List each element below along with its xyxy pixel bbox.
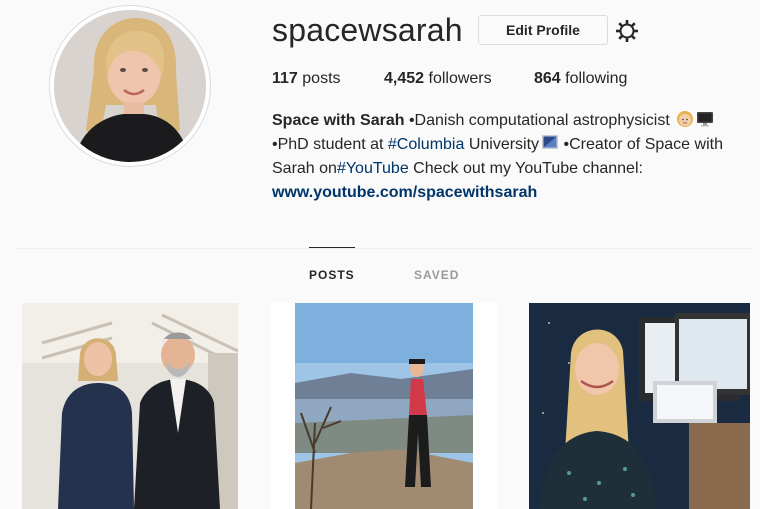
followers-label: followers	[428, 70, 492, 87]
posts-count: 117	[272, 70, 298, 87]
bio-name: Space with Sarah	[272, 112, 405, 129]
laptop-emoji-icon	[542, 135, 559, 149]
bio-line3: Check out my YouTube channel:	[408, 160, 643, 177]
active-tab-indicator	[309, 247, 355, 248]
bio-line2-prefix: •PhD student at	[272, 136, 388, 153]
desktop-computer-icon	[697, 112, 714, 127]
post-thumbnail-3[interactable]	[529, 303, 750, 509]
posts-stat: 117 posts	[272, 70, 341, 88]
bio-line2-mid: University	[464, 136, 540, 153]
followers-count: 4,452	[384, 70, 425, 87]
avatar-portrait	[54, 10, 206, 162]
following-count: 864	[534, 70, 561, 87]
gear-icon[interactable]	[614, 18, 640, 44]
avatar[interactable]	[54, 10, 206, 162]
profile-bio: Space with Sarah •Danish computational a…	[272, 109, 752, 205]
post-image-2	[271, 303, 497, 509]
hashtag-columbia-link[interactable]: #Columbia	[388, 136, 464, 153]
post-thumbnail-1[interactable]	[22, 303, 238, 509]
posts-label: posts	[302, 70, 341, 87]
tab-posts[interactable]: POSTS	[309, 268, 355, 282]
bio-line1: •Danish computational astrophysicist	[404, 112, 675, 129]
hashtag-youtube-link[interactable]: #YouTube	[337, 160, 409, 177]
profile-username: spacewsarah	[272, 12, 463, 48]
tab-saved[interactable]: SAVED	[414, 268, 459, 282]
following-label: following	[565, 70, 628, 87]
following-stat[interactable]: 864 following	[534, 70, 627, 88]
bio-website-link[interactable]: www.youtube.com/spacewithsarah	[272, 184, 537, 201]
post-image-3	[529, 303, 750, 509]
post-image-1	[22, 303, 238, 509]
edit-profile-button[interactable]: Edit Profile	[478, 15, 608, 45]
profile-avatar-ring[interactable]	[49, 5, 211, 167]
tabs-divider	[16, 248, 752, 249]
woman-emoji-icon	[677, 111, 694, 127]
followers-stat[interactable]: 4,452 followers	[384, 70, 492, 88]
post-thumbnail-2[interactable]	[271, 303, 497, 509]
